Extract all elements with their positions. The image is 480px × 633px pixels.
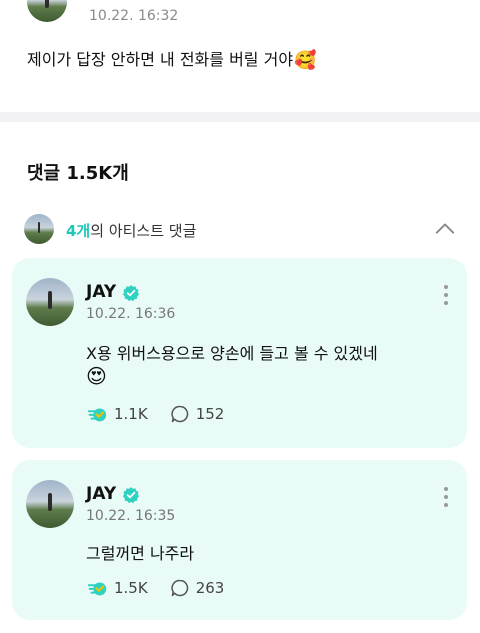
like-button[interactable]: 1.1K bbox=[86, 403, 148, 425]
speech-bubble-icon bbox=[171, 579, 188, 597]
comment-actions: 1.5K 263 bbox=[86, 576, 246, 600]
post-text-content: 제이가 답장 안하면 내 전화를 버릴 거야 bbox=[27, 50, 294, 69]
comment-author-name[interactable]: JAY bbox=[86, 484, 116, 504]
like-button[interactable]: 1.5K bbox=[86, 577, 148, 599]
post-author-avatar[interactable] bbox=[27, 0, 67, 22]
more-vertical-icon[interactable] bbox=[439, 486, 453, 508]
reply-count: 263 bbox=[195, 579, 225, 597]
verified-badge-icon bbox=[122, 285, 140, 302]
reply-button[interactable]: 263 bbox=[170, 578, 225, 598]
like-count: 1.1K bbox=[114, 405, 148, 423]
reply-button[interactable]: 152 bbox=[170, 404, 225, 424]
comment-author-avatar[interactable] bbox=[26, 278, 74, 326]
artist-avatar-thumbnail bbox=[24, 214, 54, 244]
smiling-face-hearts-emoji: 🥰 bbox=[294, 50, 317, 71]
speech-bubble-icon bbox=[171, 405, 188, 423]
artist-comment-label-text: 의 아티스트 댓글 bbox=[90, 222, 197, 240]
post-timestamp: 10.22. 16:32 bbox=[89, 8, 179, 24]
artist-comments-toggle[interactable]: 4개의 아티스트 댓글 bbox=[0, 210, 480, 250]
artist-comment-card: JAY 10.22. 16:36 X용 위버스용으로 양손에 들고 볼 수 있겠… bbox=[12, 258, 467, 448]
comment-actions: 1.1K 152 bbox=[86, 402, 246, 426]
post-text: 제이가 답장 안하면 내 전화를 버릴 거야🥰 bbox=[27, 46, 316, 71]
comment-timestamp: 10.22. 16:36 bbox=[86, 306, 176, 322]
verified-badge-icon bbox=[122, 487, 140, 504]
comments-count-title: 댓글 1.5K개 bbox=[27, 163, 129, 184]
weverse-like-icon bbox=[87, 408, 107, 422]
comment-timestamp: 10.22. 16:35 bbox=[86, 508, 176, 524]
reply-count: 152 bbox=[195, 405, 225, 423]
smiling-face-heart-eyes-emoji: 😍 bbox=[86, 364, 107, 388]
weverse-like-icon bbox=[87, 582, 107, 596]
artist-comment-count: 4개 bbox=[66, 222, 91, 240]
more-vertical-icon[interactable] bbox=[439, 284, 453, 306]
artist-comment-card: JAY 10.22. 16:35 그럴꺼면 나주라 1.5K 263 bbox=[12, 460, 467, 620]
comment-author-avatar[interactable] bbox=[26, 480, 74, 528]
comment-author-name[interactable]: JAY bbox=[86, 282, 116, 302]
comment-text: 그럴꺼면 나주라 bbox=[86, 544, 195, 563]
comment-text: X용 위버스용으로 양손에 들고 볼 수 있겠네 bbox=[86, 344, 378, 363]
chevron-up-icon[interactable] bbox=[434, 218, 456, 240]
like-count: 1.5K bbox=[114, 579, 148, 597]
section-divider bbox=[0, 112, 480, 122]
artist-comments-label: 4개의 아티스트 댓글 bbox=[66, 220, 196, 241]
